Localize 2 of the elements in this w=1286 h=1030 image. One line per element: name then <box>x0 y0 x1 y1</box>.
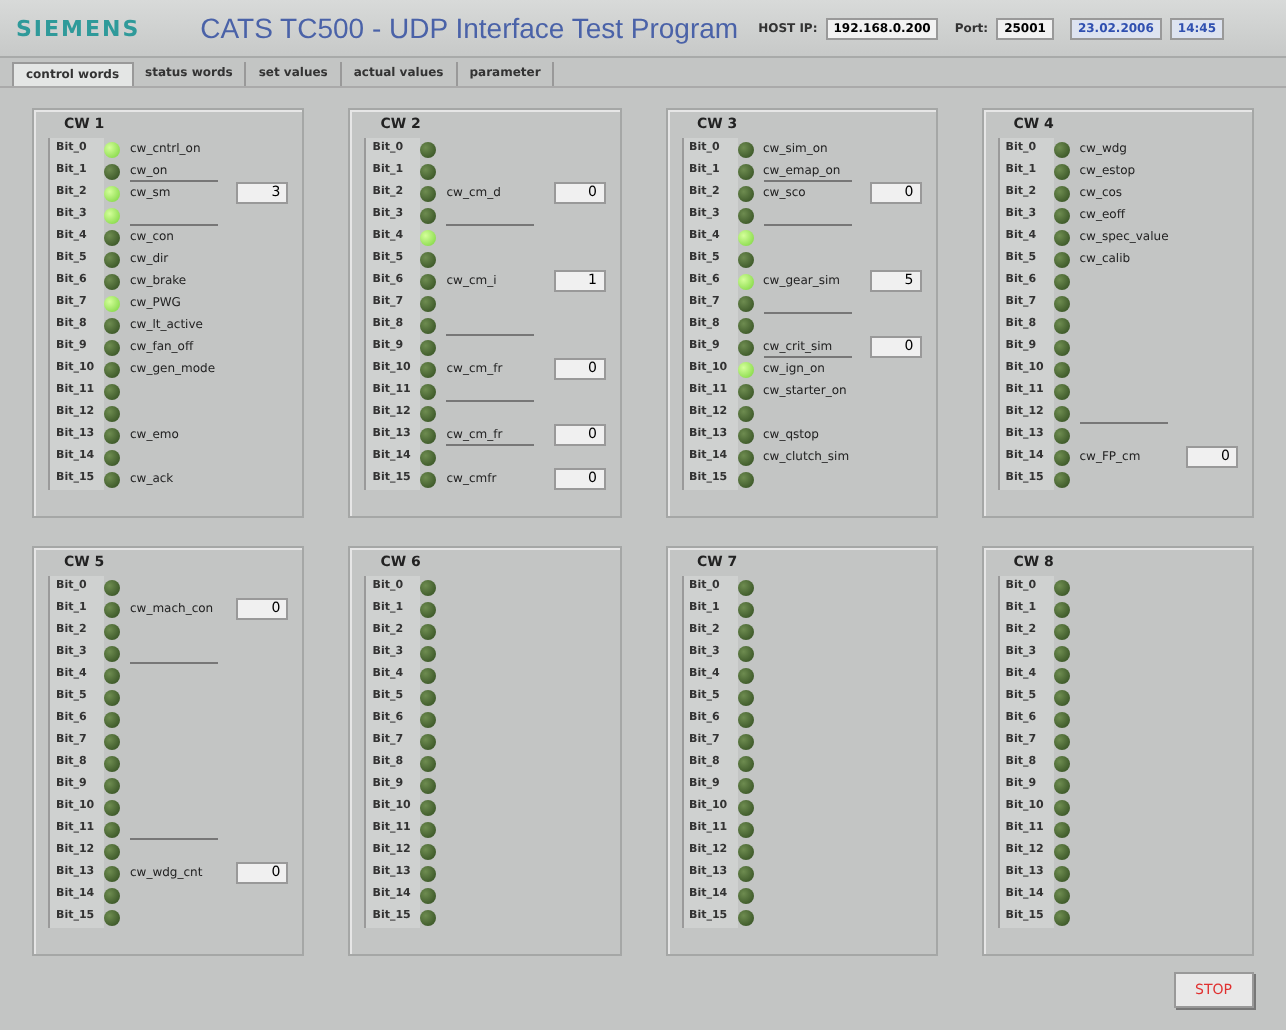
window-title: CATS TC500 - UDP Interface Test Program <box>200 12 739 44</box>
brand-logo: SIEMENS <box>14 13 143 45</box>
